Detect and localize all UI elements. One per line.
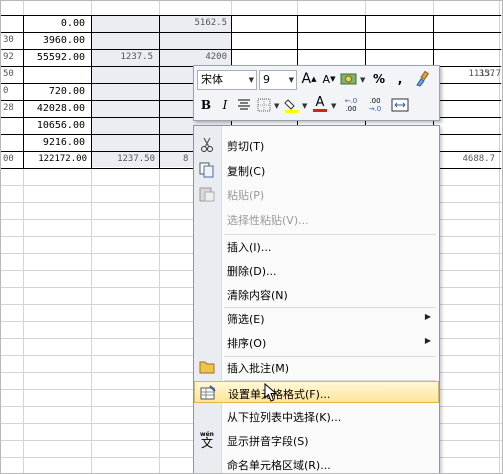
font-size-combo[interactable]: 9 ▼ — [259, 70, 297, 90]
phonetic-icon: wén 文 — [200, 431, 214, 450]
scissors-icon — [199, 137, 215, 153]
cell-c3[interactable]: 1237.5 — [93, 50, 153, 65]
cell-a6[interactable]: 28 — [3, 101, 21, 116]
cell-b5[interactable]: 720.00 — [25, 84, 85, 99]
grow-font-button[interactable]: A ▲ — [299, 69, 319, 89]
mouse-pointer-icon — [264, 383, 278, 402]
comma-button[interactable]: , — [390, 69, 410, 89]
chevron-down-icon: ▼ — [248, 76, 254, 84]
cell-a5[interactable]: 0 — [3, 84, 21, 99]
cell-d3[interactable]: 4200 — [161, 50, 227, 65]
cell-a3[interactable]: 92 — [3, 50, 21, 65]
align-center-icon — [238, 99, 250, 110]
cell-a2[interactable]: 30 — [3, 33, 21, 48]
italic-button[interactable]: I — [215, 95, 235, 115]
increase-decimal-button[interactable]: ←.0.00 — [340, 95, 362, 115]
bold-button[interactable]: B — [196, 95, 216, 115]
percent-button[interactable]: % — [369, 69, 389, 89]
cell-b9[interactable]: 122172.00 — [25, 152, 87, 167]
selection-shade-c — [91, 15, 159, 167]
menu-item-clear-contents[interactable]: 清除内容(N) — [194, 283, 439, 305]
format-cells-icon — [200, 385, 216, 401]
brush-icon — [416, 71, 430, 87]
font-color-button[interactable]: A — [310, 94, 330, 114]
cell-b8[interactable]: 9216.00 — [25, 135, 85, 150]
chevron-down-icon: ▼ — [274, 102, 280, 110]
font-name-value: 宋体 — [201, 73, 223, 86]
chevron-down-icon: ▼ — [360, 76, 366, 84]
menu-item-insert-comment[interactable]: 插入批注(M) — [194, 356, 439, 378]
paint-bucket-icon — [284, 99, 299, 113]
copy-icon — [199, 162, 215, 178]
cell-b7[interactable]: 10656.00 — [25, 118, 85, 133]
chevron-down-icon: ▼ — [302, 102, 308, 110]
borders-button[interactable] — [254, 95, 274, 115]
mini-toolbar: 宋体 ▼ 9 ▼ A ▲ A ▼ ▼ % , B I ▼ ▼ A ▼ ←.0 .… — [193, 65, 440, 121]
cell-b1[interactable]: 0.00 — [25, 16, 85, 31]
font-name-combo[interactable]: 宋体 ▼ — [197, 70, 257, 90]
menu-item-paste[interactable]: 粘贴(P) — [194, 183, 439, 205]
cell-d1[interactable]: 5162.5 — [161, 16, 227, 31]
comment-icon — [199, 359, 215, 375]
currency-icon — [340, 73, 357, 85]
font-color-swatch — [313, 108, 327, 112]
menu-item-sort[interactable]: 排序(O) ▶ — [194, 331, 439, 353]
menu-item-paste-special[interactable]: 选择性粘贴(V)... — [194, 208, 439, 230]
format-painter-button[interactable] — [412, 69, 432, 89]
decrease-decimal-button[interactable]: .00 →.0 — [364, 95, 386, 115]
cell-g5[interactable]: 1113.7 — [441, 67, 501, 82]
shrink-font-button[interactable]: A ▼ — [319, 69, 339, 89]
borders-icon — [257, 98, 271, 112]
menu-item-copy[interactable]: 复制(C) — [194, 159, 439, 181]
submenu-arrow-icon: ▶ — [424, 312, 431, 321]
merge-center-button[interactable] — [390, 95, 410, 115]
cell-b2[interactable]: 3960.00 — [25, 33, 85, 48]
cell-d9[interactable]: 8 — [183, 152, 193, 167]
menu-item-insert[interactable]: 插入(I)... — [194, 235, 439, 257]
merge-cells-icon — [391, 98, 409, 112]
paste-icon — [199, 186, 215, 202]
spreadsheet-window: 0.00 5162.5 30 3960.00 92 55592.00 1237.… — [0, 0, 503, 474]
menu-item-format-cells[interactable]: 设置单元格格式(F)... — [194, 381, 439, 403]
chevron-down-icon: ▼ — [288, 76, 294, 84]
menu-item-show-phonetic[interactable]: wén 文 显示拼音字段(S) — [194, 429, 439, 451]
cell-c9[interactable]: 1237.50 — [93, 152, 155, 167]
submenu-arrow-icon: ▶ — [424, 336, 431, 345]
currency-format-button[interactable] — [339, 69, 359, 89]
menu-item-cut[interactable]: 剪切(T) — [194, 134, 439, 156]
menu-item-delete[interactable]: 删除(D)... — [194, 259, 439, 281]
font-size-value: 9 — [263, 73, 270, 86]
cell-b6[interactable]: 42028.00 — [25, 101, 85, 116]
menu-item-define-name[interactable]: 命名单元格区域(R)... — [194, 453, 439, 473]
fill-color-button[interactable] — [282, 95, 302, 115]
cell-a4[interactable]: 50 — [3, 67, 21, 82]
cell-a9[interactable]: 00 — [3, 152, 21, 167]
cell-b3[interactable]: 55592.00 — [25, 50, 85, 65]
menu-item-filter[interactable]: 筛选(E) ▶ — [194, 307, 439, 329]
align-center-button[interactable] — [234, 95, 254, 115]
chevron-down-icon: ▼ — [331, 102, 337, 110]
cell-g9[interactable]: 4688.7 — [435, 152, 495, 167]
context-menu: 剪切(T) 复制(C) 粘贴(P) 选择性粘贴(V)... 插入(I)... 删… — [193, 125, 440, 473]
menu-item-pick-from-list[interactable]: 从下拉列表中选择(K)... — [194, 405, 439, 427]
